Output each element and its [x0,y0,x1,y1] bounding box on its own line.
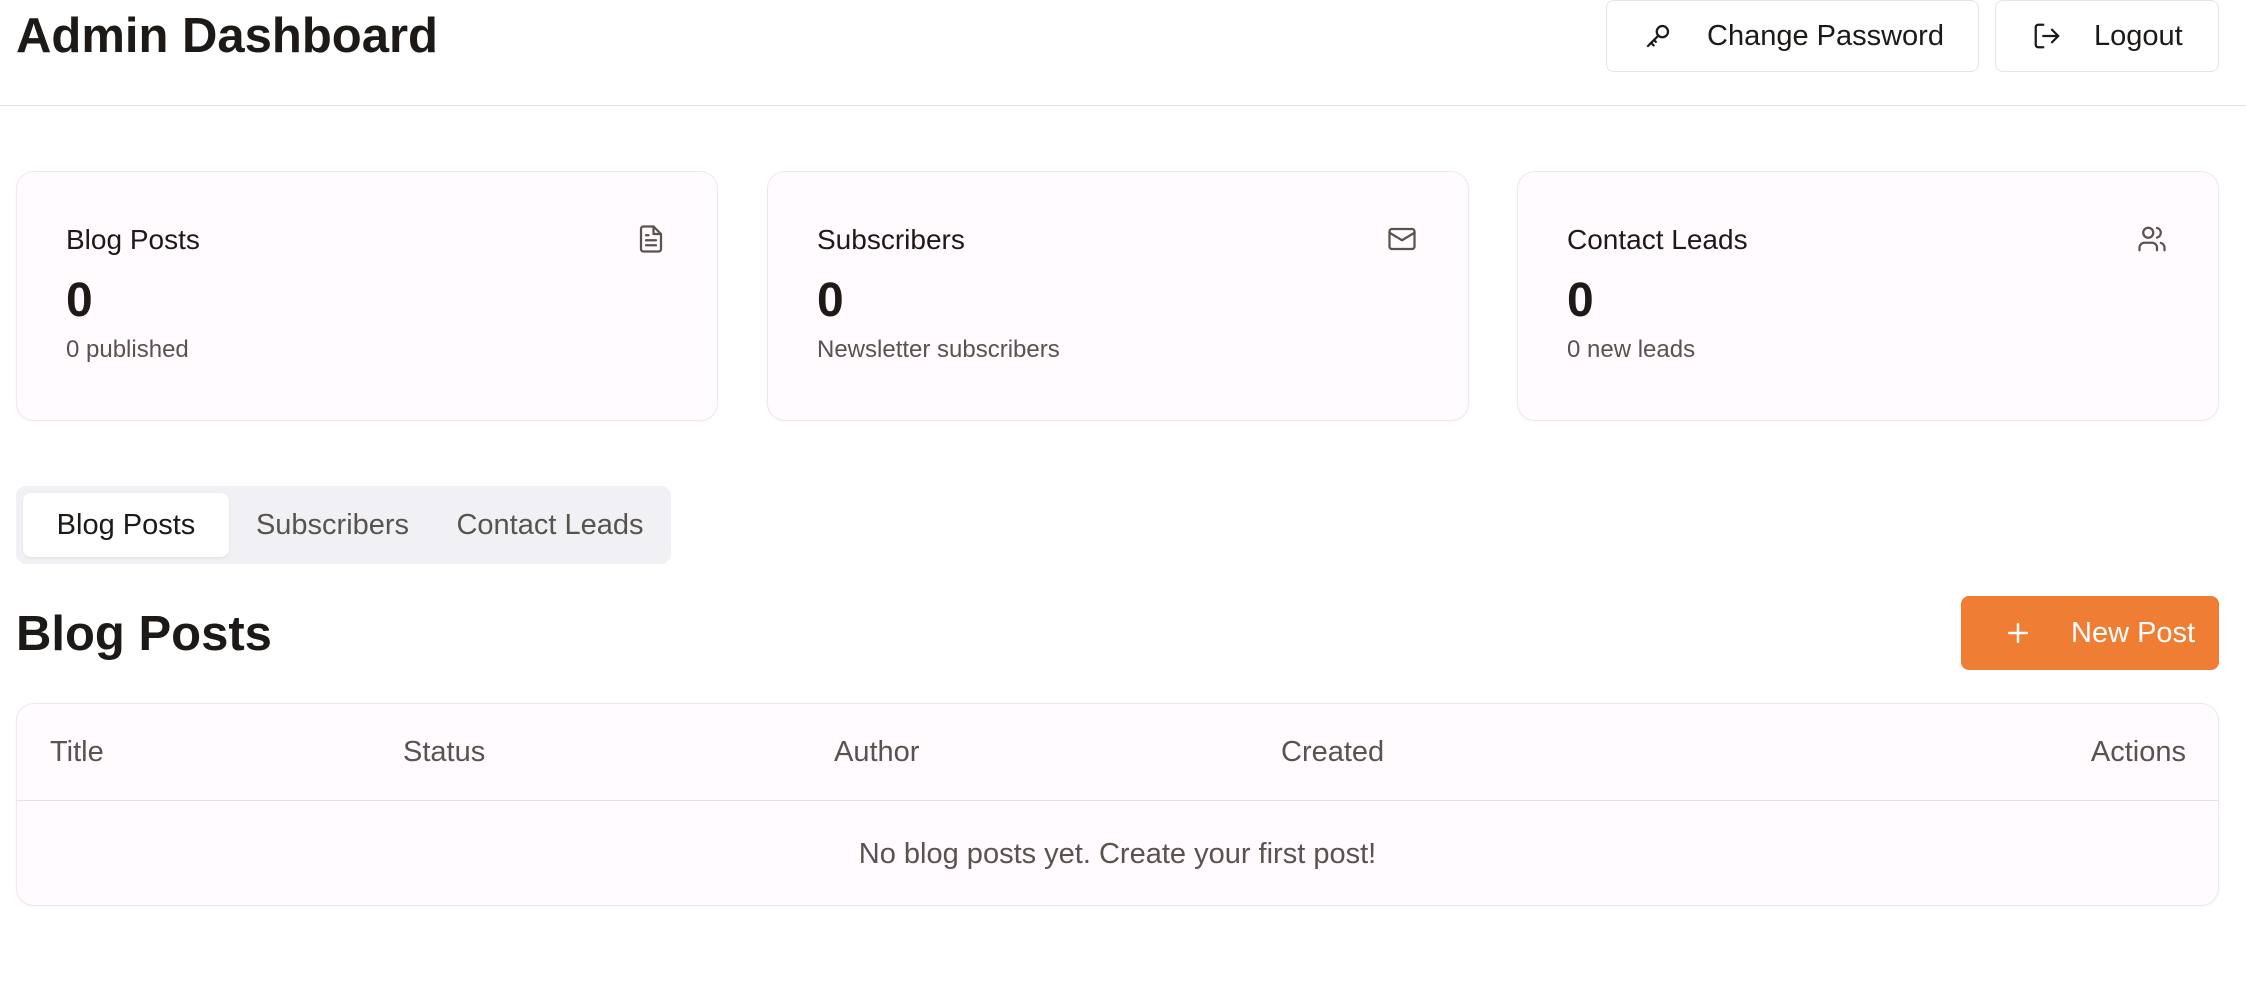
tab-blog-posts[interactable]: Blog Posts [23,493,229,557]
users-icon [2135,222,2169,256]
stat-title: Subscribers [817,224,965,255]
plus-icon [2001,616,2035,650]
logout-label: Logout [2094,19,2183,52]
stat-title: Contact Leads [1567,224,1748,255]
tab-contact-leads[interactable]: Contact Leads [436,493,664,557]
logout-icon [2030,19,2064,53]
table-header: Title Status Author Created Actions [17,704,2218,801]
section-title: Blog Posts [16,607,272,661]
stat-title: Blog Posts [66,224,200,255]
stat-value: 0 [1567,274,1594,327]
column-header-status: Status [403,736,486,768]
change-password-label: Change Password [1707,19,1944,52]
stat-card-contact-leads: Contact Leads 0 0 new leads [1517,171,2219,421]
change-password-button[interactable]: Change Password [1606,0,1979,72]
key-icon [1641,19,1675,53]
tab-list: Blog Posts Subscribers Contact Leads [16,486,671,564]
stat-subtext: 0 published [66,336,189,363]
page-title: Admin Dashboard [16,9,438,63]
column-header-author: Author [834,736,920,768]
empty-state-message: No blog posts yet. Create your first pos… [858,838,1377,870]
column-header-created: Created [1281,736,1385,768]
mail-icon [1385,222,1419,256]
stat-subtext: 0 new leads [1567,336,1696,363]
new-post-button[interactable]: New Post [1961,596,2219,670]
column-header-title: Title [50,736,104,768]
stat-subtext: Newsletter subscribers [817,336,1060,363]
top-header: Admin Dashboard Change Password Logout [0,0,2246,106]
column-header-actions: Actions [2090,736,2186,768]
new-post-label: New Post [2071,616,2196,649]
stat-card-blog-posts: Blog Posts 0 0 published [16,171,718,421]
stat-value: 0 [66,274,93,327]
document-icon [634,222,668,256]
logout-button[interactable]: Logout [1995,0,2219,72]
tab-subscribers[interactable]: Subscribers [229,493,436,557]
stat-value: 0 [817,274,844,327]
blog-posts-table: Title Status Author Created Actions No b… [16,703,2219,906]
stat-card-subscribers: Subscribers 0 Newsletter subscribers [767,171,1469,421]
